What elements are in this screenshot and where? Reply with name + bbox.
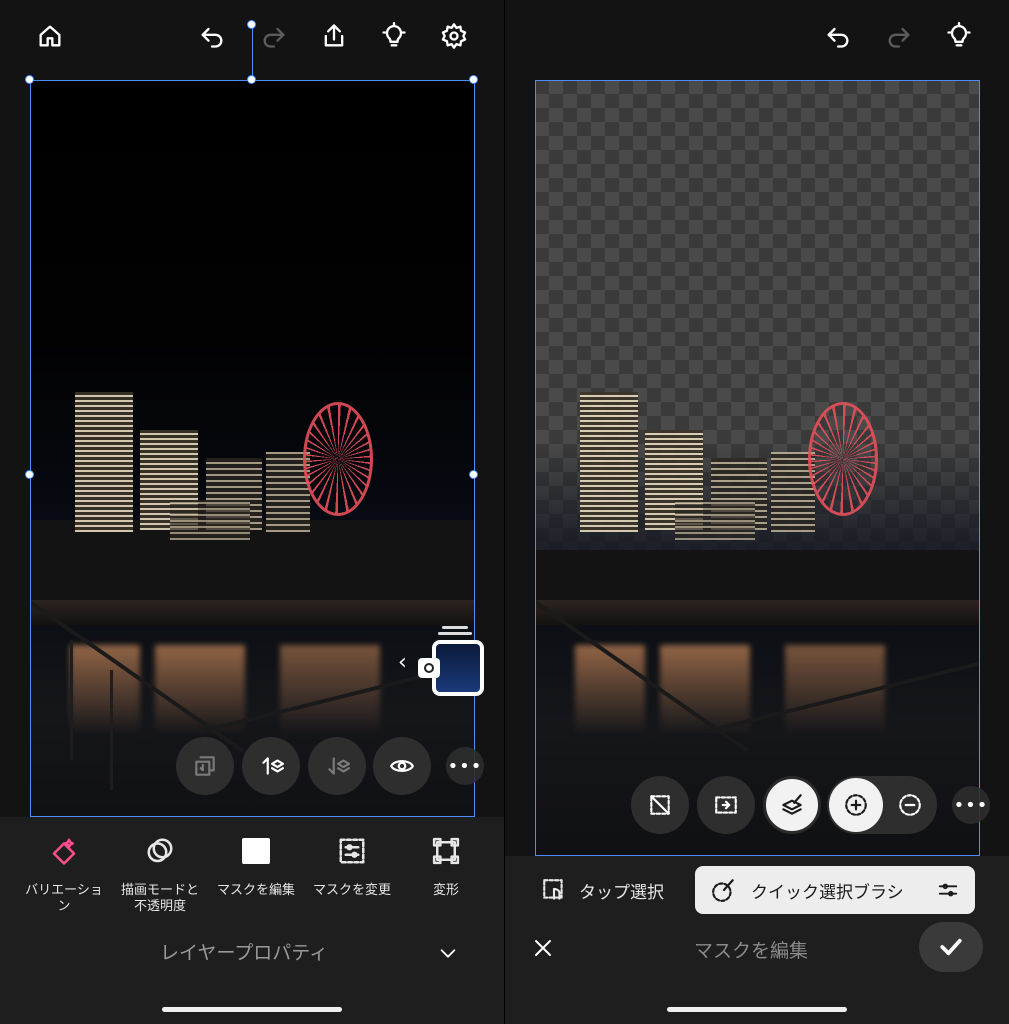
move-layer-down-button[interactable] (308, 737, 366, 795)
tool-change-mask[interactable]: マスクを変更 (304, 833, 400, 899)
resize-handle-top-right[interactable] (469, 75, 478, 84)
layer-up-icon (262, 757, 284, 775)
add-icon (845, 794, 867, 816)
close-icon[interactable] (523, 928, 563, 968)
redo-icon[interactable] (879, 16, 919, 56)
redo-icon[interactable] (254, 16, 294, 56)
layer-stack-line (438, 632, 472, 635)
clear-selection-button[interactable] (631, 776, 689, 834)
chevron-down-icon[interactable] (428, 933, 468, 973)
layer-tools-bar: バリエーショ ン 描画モードと 不透明度 マスクを編集 マスクを変更 変形 レイ… (0, 817, 504, 1024)
invert-icon (715, 796, 737, 814)
subtract-selection-button[interactable] (883, 778, 937, 832)
tool-transform-label: 変形 (432, 883, 459, 898)
rotate-handle[interactable] (247, 20, 256, 29)
confirm-button[interactable] (919, 922, 983, 972)
share-icon[interactable] (314, 16, 354, 56)
layer-stack-line (442, 626, 468, 629)
tool-variation-label: バリエーショ ン (25, 883, 103, 914)
right-panel: ••• タップ選択 クイック選択ブラシ マスクを編集 (505, 0, 1009, 1024)
chevron-left-icon[interactable]: ‹ (398, 650, 407, 675)
blend-mode-icon (147, 838, 173, 863)
camera-icon (418, 658, 440, 678)
rotate-handle-line (252, 25, 253, 80)
mask-tools-bar: タップ選択 クイック選択ブラシ マスクを編集 (505, 856, 1009, 1024)
eye-icon (390, 760, 414, 772)
layer-down-icon (328, 757, 350, 775)
resize-handle-left[interactable] (25, 470, 34, 479)
home-icon[interactable] (30, 16, 70, 56)
sliders-icon (938, 883, 958, 897)
merge-down-icon (195, 756, 215, 776)
home-indicator (162, 1007, 342, 1012)
more-options-button[interactable]: ••• (952, 786, 990, 824)
quick-select-brush-label: クイック選択ブラシ (751, 882, 904, 903)
visibility-button[interactable] (373, 737, 431, 795)
mask-adjust-icon (339, 838, 365, 864)
subtract-icon (899, 794, 921, 816)
transform-icon (432, 837, 460, 865)
brush-fill-button[interactable] (763, 776, 821, 834)
resize-handle-right[interactable] (469, 470, 478, 479)
undo-icon[interactable] (818, 16, 858, 56)
gear-icon[interactable] (434, 16, 474, 56)
add-selection-button[interactable] (829, 778, 883, 832)
tool-blend-mode[interactable]: 描画モードと 不透明度 (112, 833, 208, 915)
selection-frame (30, 80, 475, 817)
tool-change-mask-label: マスクを変更 (312, 883, 391, 898)
home-indicator (667, 1007, 847, 1012)
tool-edit-mask[interactable]: マスクを編集 (208, 833, 304, 899)
footer-title: レイヤープロパティ (160, 942, 329, 964)
layer-panel-toggle[interactable]: ‹ (398, 622, 486, 698)
move-layer-up-button[interactable] (242, 737, 300, 795)
resize-handle-top-left[interactable] (25, 75, 34, 84)
tap-select-icon (543, 879, 563, 900)
undo-icon[interactable] (192, 16, 232, 56)
more-options-button[interactable]: ••• (446, 747, 484, 785)
canvas-frame (535, 80, 980, 856)
checkmark-icon (940, 938, 962, 956)
tool-blend-mode-label: 描画モードと 不透明度 (120, 883, 199, 914)
mask-icon (242, 838, 270, 864)
variation-icon (52, 838, 76, 865)
tap-select-label: タップ選択 (579, 882, 664, 903)
lightbulb-icon[interactable] (939, 16, 979, 56)
resize-handle-top[interactable] (247, 75, 256, 84)
invert-selection-button[interactable] (697, 776, 755, 834)
tool-transform[interactable]: 変形 (398, 833, 494, 899)
tool-variation[interactable]: バリエーショ ン (16, 833, 112, 915)
lightbulb-icon[interactable] (374, 16, 414, 56)
quick-select-brush-icon (712, 879, 734, 902)
left-panel: ‹ ••• バリエーショ ン 描画モードと 不透明度 マスクを編集 マスクを変更… (0, 0, 504, 1024)
tap-select-button[interactable]: タップ選択 (541, 866, 664, 914)
quick-select-brush-button[interactable]: クイック選択ブラシ (695, 866, 975, 914)
footer-title: マスクを編集 (694, 940, 809, 962)
brush-fill-icon (782, 794, 802, 815)
tool-edit-mask-label: マスクを編集 (216, 883, 295, 898)
merge-down-button[interactable] (176, 737, 234, 795)
clear-selection-icon (650, 795, 670, 815)
